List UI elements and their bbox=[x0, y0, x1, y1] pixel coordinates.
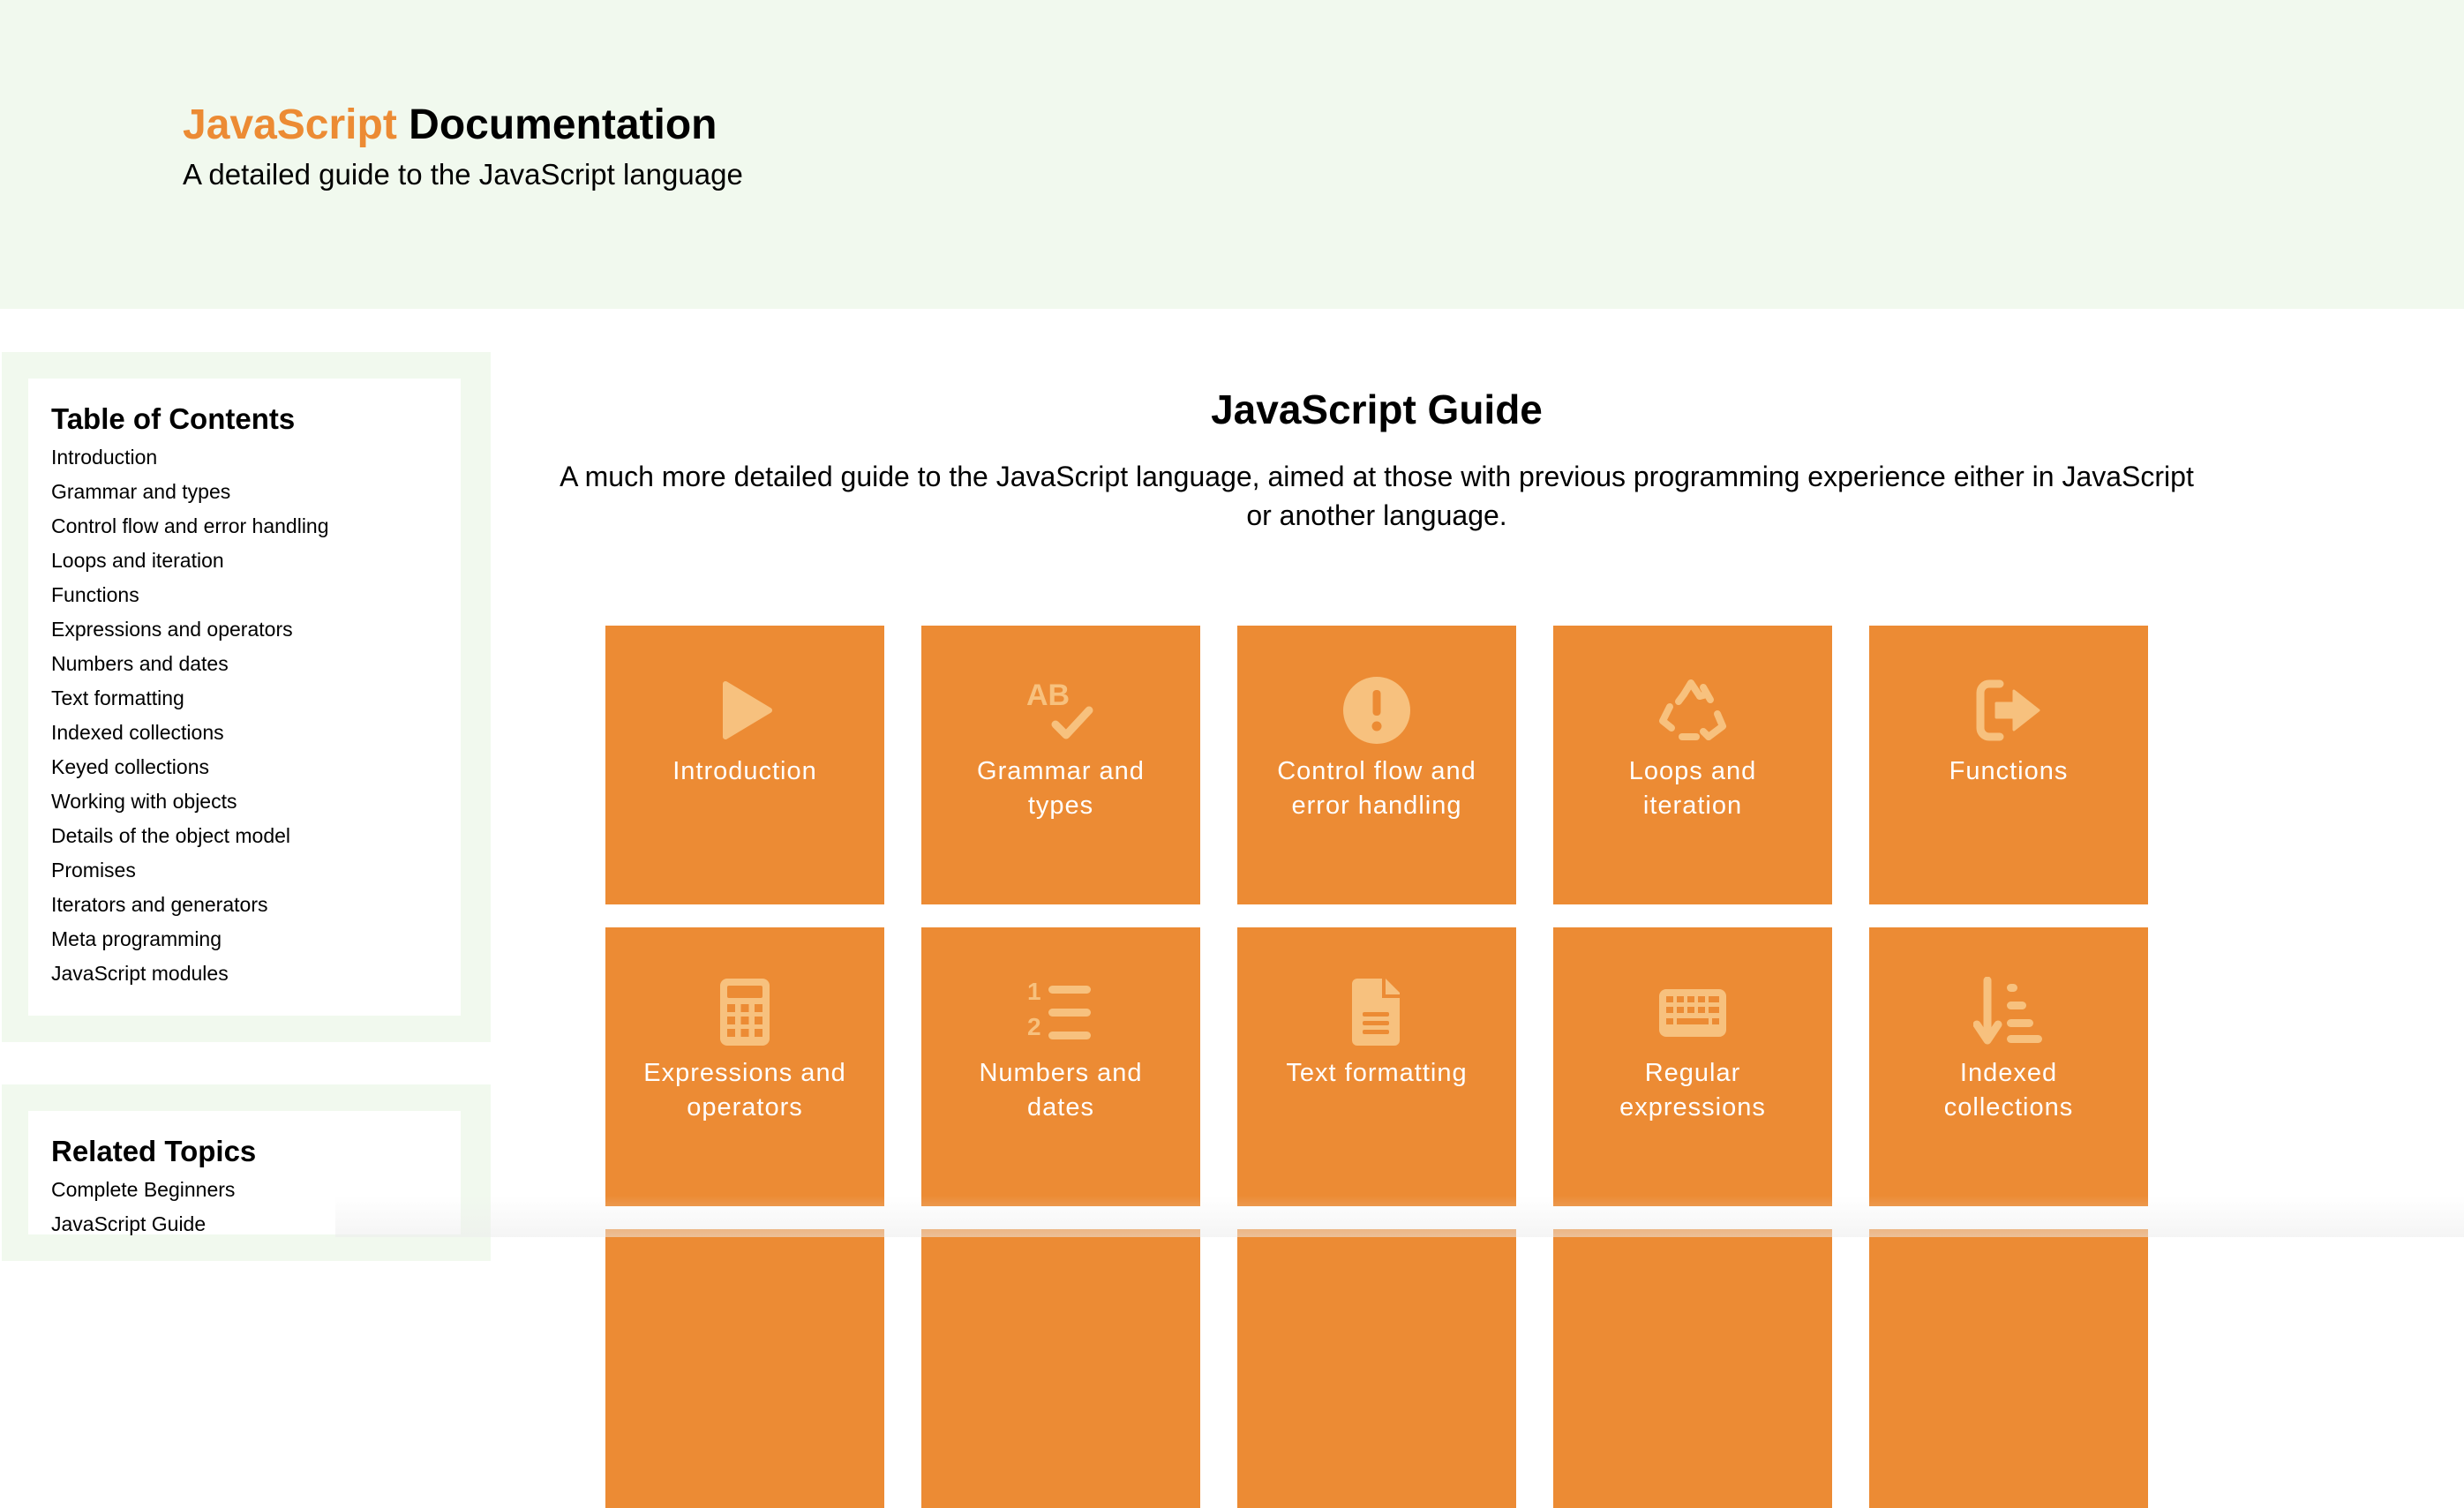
site-title: JavaScript Documentation bbox=[183, 95, 717, 155]
tile-label: Text formatting bbox=[1286, 1059, 1468, 1087]
tile-label: Introduction bbox=[672, 757, 817, 785]
tile-label: Expressions and operators bbox=[643, 1059, 846, 1122]
tile-partial[interactable] bbox=[1237, 1229, 1516, 1508]
tile-label: Numbers and dates bbox=[979, 1059, 1143, 1122]
related-link-javascript-guide[interactable]: JavaScript Guide bbox=[51, 1207, 438, 1242]
tile-partial[interactable] bbox=[1553, 1229, 1832, 1508]
toc-heading: Table of Contents bbox=[51, 402, 296, 435]
tile-functions[interactable]: Functions bbox=[1869, 626, 2148, 904]
tile-label: Indexed collections bbox=[1943, 1059, 2074, 1122]
related-link-complete-beginners[interactable]: Complete Beginners bbox=[51, 1173, 438, 1207]
site-title-accent: JavaScript bbox=[183, 101, 397, 148]
recycle-icon bbox=[1657, 675, 1728, 746]
toc-link-introduction[interactable]: Introduction bbox=[51, 440, 438, 475]
tile-label: Regular expressions bbox=[1619, 1059, 1766, 1122]
tile-indexed-collections[interactable]: Indexed collections bbox=[1869, 927, 2148, 1206]
tile-partial[interactable] bbox=[921, 1229, 1200, 1508]
toc-link-control-flow[interactable]: Control flow and error handling bbox=[51, 509, 438, 544]
tile-label: Control flow and error handling bbox=[1277, 757, 1476, 820]
sort-amount-down-icon bbox=[1973, 977, 2044, 1047]
toc-link-keyed-collections[interactable]: Keyed collections bbox=[51, 750, 438, 784]
exclamation-circle-icon bbox=[1341, 675, 1412, 746]
toc-panel: Table of Contents Introduction Grammar a… bbox=[2, 352, 491, 1042]
toc-link-object-model[interactable]: Details of the object model bbox=[51, 819, 438, 853]
tile-control-flow[interactable]: Control flow and error handling bbox=[1237, 626, 1516, 904]
site-tagline: A detailed guide to the JavaScript langu… bbox=[183, 158, 743, 191]
site-title-rest: Documentation bbox=[409, 101, 717, 148]
keyboard-icon bbox=[1657, 977, 1728, 1047]
toc-list: Introduction Grammar and types Control f… bbox=[51, 440, 438, 991]
tile-regular-expressions[interactable]: Regular expressions bbox=[1553, 927, 1832, 1206]
toc-link-functions[interactable]: Functions bbox=[51, 578, 438, 612]
tile-grammar-and-types[interactable]: AB Grammar and types bbox=[921, 626, 1200, 904]
toc-link-numbers-and-dates[interactable]: Numbers and dates bbox=[51, 647, 438, 681]
svg-text:AB: AB bbox=[1026, 679, 1070, 712]
toc-link-grammar-and-types[interactable]: Grammar and types bbox=[51, 475, 438, 509]
main-title: JavaScript Guide bbox=[1211, 386, 1543, 432]
tile-numbers-and-dates[interactable]: 1 2 Numbers and dates bbox=[921, 927, 1200, 1206]
related-topics-heading: Related Topics bbox=[51, 1135, 257, 1167]
sign-out-icon bbox=[1973, 675, 2044, 746]
svg-text:2: 2 bbox=[1027, 1013, 1041, 1040]
file-text-icon bbox=[1341, 977, 1412, 1047]
toc-link-meta-programming[interactable]: Meta programming bbox=[51, 922, 438, 957]
tile-expressions-and-operators[interactable]: Expressions and operators bbox=[605, 927, 884, 1206]
main-intro: A much more detailed guide to the JavaSc… bbox=[560, 461, 2194, 531]
related-topics-panel: Related Topics Complete Beginners JavaSc… bbox=[2, 1084, 491, 1261]
play-icon bbox=[710, 675, 780, 746]
guide-tile-grid: Introduction AB Grammar and types Contro… bbox=[605, 626, 2150, 1508]
calculator-icon bbox=[710, 977, 780, 1047]
related-topics-list: Complete Beginners JavaScript Guide bbox=[51, 1173, 438, 1242]
spell-check-icon: AB bbox=[1025, 675, 1096, 746]
toc-link-expressions-and-operators[interactable]: Expressions and operators bbox=[51, 612, 438, 647]
toc-link-indexed-collections[interactable]: Indexed collections bbox=[51, 716, 438, 750]
toc-link-iterators-and-generators[interactable]: Iterators and generators bbox=[51, 888, 438, 922]
site-header: JavaScript Documentation A detailed guid… bbox=[0, 0, 2464, 309]
toc-card: Table of Contents Introduction Grammar a… bbox=[28, 379, 461, 1016]
tile-partial[interactable] bbox=[605, 1229, 884, 1508]
tile-introduction[interactable]: Introduction bbox=[605, 626, 884, 904]
toc-link-loops-and-iteration[interactable]: Loops and iteration bbox=[51, 544, 438, 578]
toc-link-working-with-objects[interactable]: Working with objects bbox=[51, 784, 438, 819]
toc-link-promises[interactable]: Promises bbox=[51, 853, 438, 888]
tile-label: Loops and iteration bbox=[1628, 757, 1757, 820]
toc-link-javascript-modules[interactable]: JavaScript modules bbox=[51, 957, 438, 991]
related-topics-card: Related Topics Complete Beginners JavaSc… bbox=[28, 1111, 461, 1235]
svg-text:1: 1 bbox=[1027, 978, 1041, 1005]
tile-loops-and-iteration[interactable]: Loops and iteration bbox=[1553, 626, 1832, 904]
tile-partial[interactable] bbox=[1869, 1229, 2148, 1508]
tile-label: Functions bbox=[1949, 757, 2069, 785]
toc-link-text-formatting[interactable]: Text formatting bbox=[51, 681, 438, 716]
tile-label: Grammar and types bbox=[977, 757, 1145, 820]
list-ol-icon: 1 2 bbox=[1025, 977, 1096, 1047]
tile-text-formatting[interactable]: Text formatting bbox=[1237, 927, 1516, 1206]
